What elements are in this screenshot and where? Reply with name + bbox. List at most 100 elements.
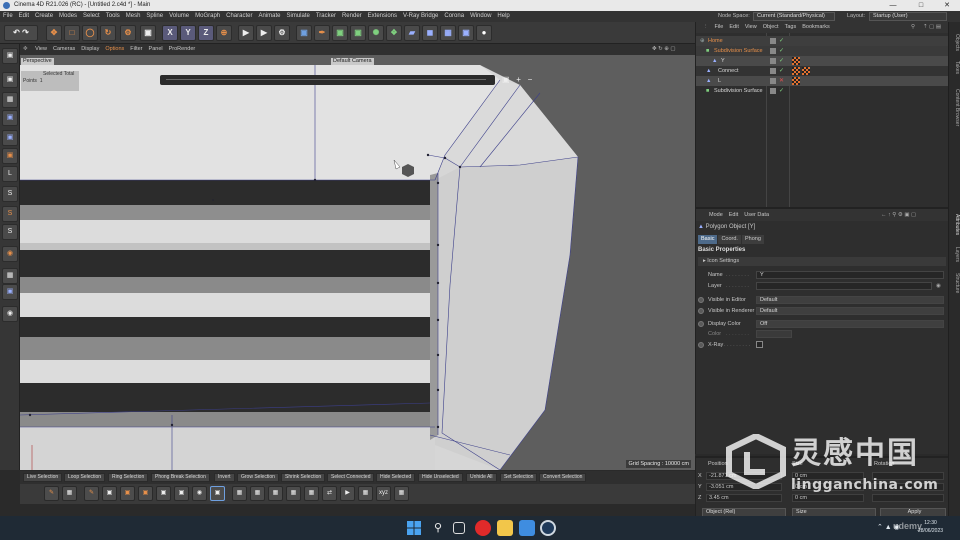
tab-coord[interactable]: Coord. — [718, 235, 741, 244]
side-tab-takes[interactable]: Takes — [950, 58, 960, 78]
loop-selection-button[interactable]: Loop Selection — [64, 473, 106, 482]
menu-animate[interactable]: Animate — [255, 11, 283, 22]
subdivision-surface-icon[interactable]: ▣ — [332, 25, 348, 41]
size-x-input[interactable]: 0 cm — [792, 472, 864, 480]
visible-editor-select[interactable]: Default — [756, 296, 944, 304]
x-axis-lock-icon[interactable]: X — [162, 25, 178, 41]
position-z-input[interactable]: 3.45 cm — [706, 494, 782, 502]
rotation-h-input[interactable] — [872, 472, 944, 480]
light-icon[interactable]: ● — [476, 25, 492, 41]
edges-mode-icon[interactable]: ▣ — [2, 130, 18, 146]
am-nav-icons[interactable]: ← ↑ ⚲ ⚙ ▣ ▢ — [878, 209, 919, 221]
polygons-mode-icon[interactable]: ▣ — [2, 148, 18, 164]
lock-workplane-icon[interactable]: ▦ — [2, 268, 18, 284]
slide-tool-icon[interactable]: ▦ — [304, 486, 319, 501]
hide-unselected-button[interactable]: Hide Unselected — [418, 473, 463, 482]
menu-extensions[interactable]: Extensions — [365, 11, 400, 22]
size-z-input[interactable]: 0 cm — [792, 494, 864, 502]
material-tag-icon[interactable] — [792, 77, 800, 85]
animation-keyframe-dot-icon[interactable] — [698, 342, 704, 348]
visibility-dots-icon[interactable] — [770, 48, 776, 54]
live-selection-button[interactable]: Live Selection — [23, 473, 63, 482]
snap-settings-icon[interactable]: S — [2, 206, 18, 222]
viewport-menu-view[interactable]: View — [32, 44, 50, 55]
viewport-move-icon[interactable]: ✥ — [20, 44, 31, 55]
matrix-extrude-icon[interactable]: ▣ — [174, 486, 189, 501]
om-row-l[interactable]: ▲ L ✕ — [696, 76, 949, 86]
viewport-hud-icons[interactable]: ▣ + − — [502, 75, 532, 84]
rotate-tool-icon[interactable]: ↻ — [100, 25, 116, 41]
move-tool-icon[interactable]: ✥ — [46, 25, 62, 41]
xyz-axis-icon[interactable]: xyz — [376, 486, 391, 501]
opera-browser-icon[interactable] — [475, 520, 491, 536]
layer-menu-icon[interactable]: ◉ — [936, 281, 941, 291]
scale-tool-icon[interactable]: □ — [64, 25, 80, 41]
solo-mode-icon[interactable]: ◉ — [2, 246, 18, 262]
viewport-camera-label[interactable]: Default Camera — [331, 58, 374, 65]
disabled-cross-icon[interactable]: ✕ — [779, 77, 785, 85]
close-button[interactable]: ✕ — [934, 0, 960, 11]
animation-keyframe-dot-icon[interactable] — [698, 297, 704, 303]
store-app-icon[interactable] — [519, 520, 535, 536]
floor-scene-icon[interactable]: ▦ — [440, 25, 456, 41]
color-swatch[interactable] — [756, 330, 792, 338]
phong-break-selection-button[interactable]: Phong Break Selection — [151, 473, 210, 482]
menu-edit[interactable]: Edit — [16, 11, 32, 22]
rotation-b-input[interactable] — [872, 494, 944, 502]
menu-file[interactable]: File — [0, 11, 16, 22]
side-tab-structure[interactable]: Structure — [950, 268, 960, 298]
om-nav-icons[interactable]: ⇡ ▢ ▤ — [920, 22, 944, 33]
xray-checkbox[interactable] — [756, 341, 763, 348]
menu-character[interactable]: Character — [223, 11, 255, 22]
y-axis-lock-icon[interactable]: Y — [180, 25, 196, 41]
menu-tracker[interactable]: Tracker — [313, 11, 339, 22]
file-explorer-icon[interactable] — [497, 520, 513, 536]
tab-basic[interactable]: Basic — [698, 235, 718, 244]
om-menu-file[interactable]: File — [712, 22, 727, 33]
points-mode-icon[interactable]: ▣ — [2, 110, 18, 126]
search-icon[interactable]: ⚲ — [430, 520, 446, 536]
enabled-check-icon[interactable]: ✓ — [779, 47, 785, 55]
polygon-pen-icon[interactable]: ▣ — [210, 486, 225, 501]
visibility-dots-icon[interactable] — [770, 58, 776, 64]
am-menu-user-data[interactable]: User Data — [741, 209, 772, 221]
stitch-and-sew-icon[interactable]: ⇄ — [322, 486, 337, 501]
deformer-icon[interactable]: ▰ — [404, 25, 420, 41]
cloner-icon[interactable]: ✺ — [368, 25, 384, 41]
viewport-hud-bar[interactable] — [160, 75, 495, 85]
menu-mesh[interactable]: Mesh — [123, 11, 144, 22]
render-settings-icon[interactable]: ⚙ — [274, 25, 290, 41]
menu-modes[interactable]: Modes — [56, 11, 80, 22]
animation-keyframe-dot-icon[interactable] — [698, 308, 704, 314]
om-row-subdivision-surface-2[interactable]: ■ Subdivision Surface ✓ — [696, 86, 949, 96]
minimize-button[interactable]: — — [880, 0, 906, 11]
unhide-all-button[interactable]: Unhide All — [466, 473, 497, 482]
visible-renderer-select[interactable]: Default — [756, 307, 944, 315]
tweak-mode-icon[interactable]: ◉ — [2, 306, 18, 322]
display-color-select[interactable]: Off — [756, 320, 944, 328]
smooth-shift-icon[interactable]: ◉ — [192, 486, 207, 501]
knife-tool-icon[interactable]: ✎ — [44, 486, 59, 501]
om-menu-edit[interactable]: Edit — [726, 22, 741, 33]
task-view-icon[interactable] — [453, 522, 465, 534]
material-tag-icon[interactable] — [792, 57, 800, 65]
make-editable-icon[interactable]: ▣ — [2, 48, 18, 64]
viewport-menu-display[interactable]: Display — [78, 44, 102, 55]
render-view-icon[interactable]: ▶ — [238, 25, 254, 41]
visibility-dots-icon[interactable] — [770, 38, 776, 44]
set-selection-button[interactable]: Set Selection — [500, 473, 538, 482]
om-row-home[interactable]: ⊕ Home ✓ — [696, 36, 949, 46]
close-polygon-hole-icon[interactable]: ▣ — [102, 486, 117, 501]
node-space-select[interactable]: Current (Standard/Physical) — [753, 12, 835, 21]
menu-simulate[interactable]: Simulate — [284, 11, 313, 22]
field-icon[interactable]: ◼ — [422, 25, 438, 41]
am-menu-mode[interactable]: Mode — [706, 209, 726, 221]
side-tab-objects[interactable]: Objects — [950, 28, 960, 56]
viewport-menu-options[interactable]: Options — [102, 44, 127, 55]
3d-viewport[interactable]: Perspective Default Camera Selected Tota… — [20, 55, 695, 470]
grow-selection-button[interactable]: Grow Selection — [237, 473, 279, 482]
magnet-tool-icon[interactable]: ▦ — [250, 486, 265, 501]
side-tab-content-browser[interactable]: Content Browser — [950, 80, 960, 136]
maximize-button[interactable]: □ — [908, 0, 934, 11]
side-tab-layers[interactable]: Layers — [950, 244, 960, 266]
